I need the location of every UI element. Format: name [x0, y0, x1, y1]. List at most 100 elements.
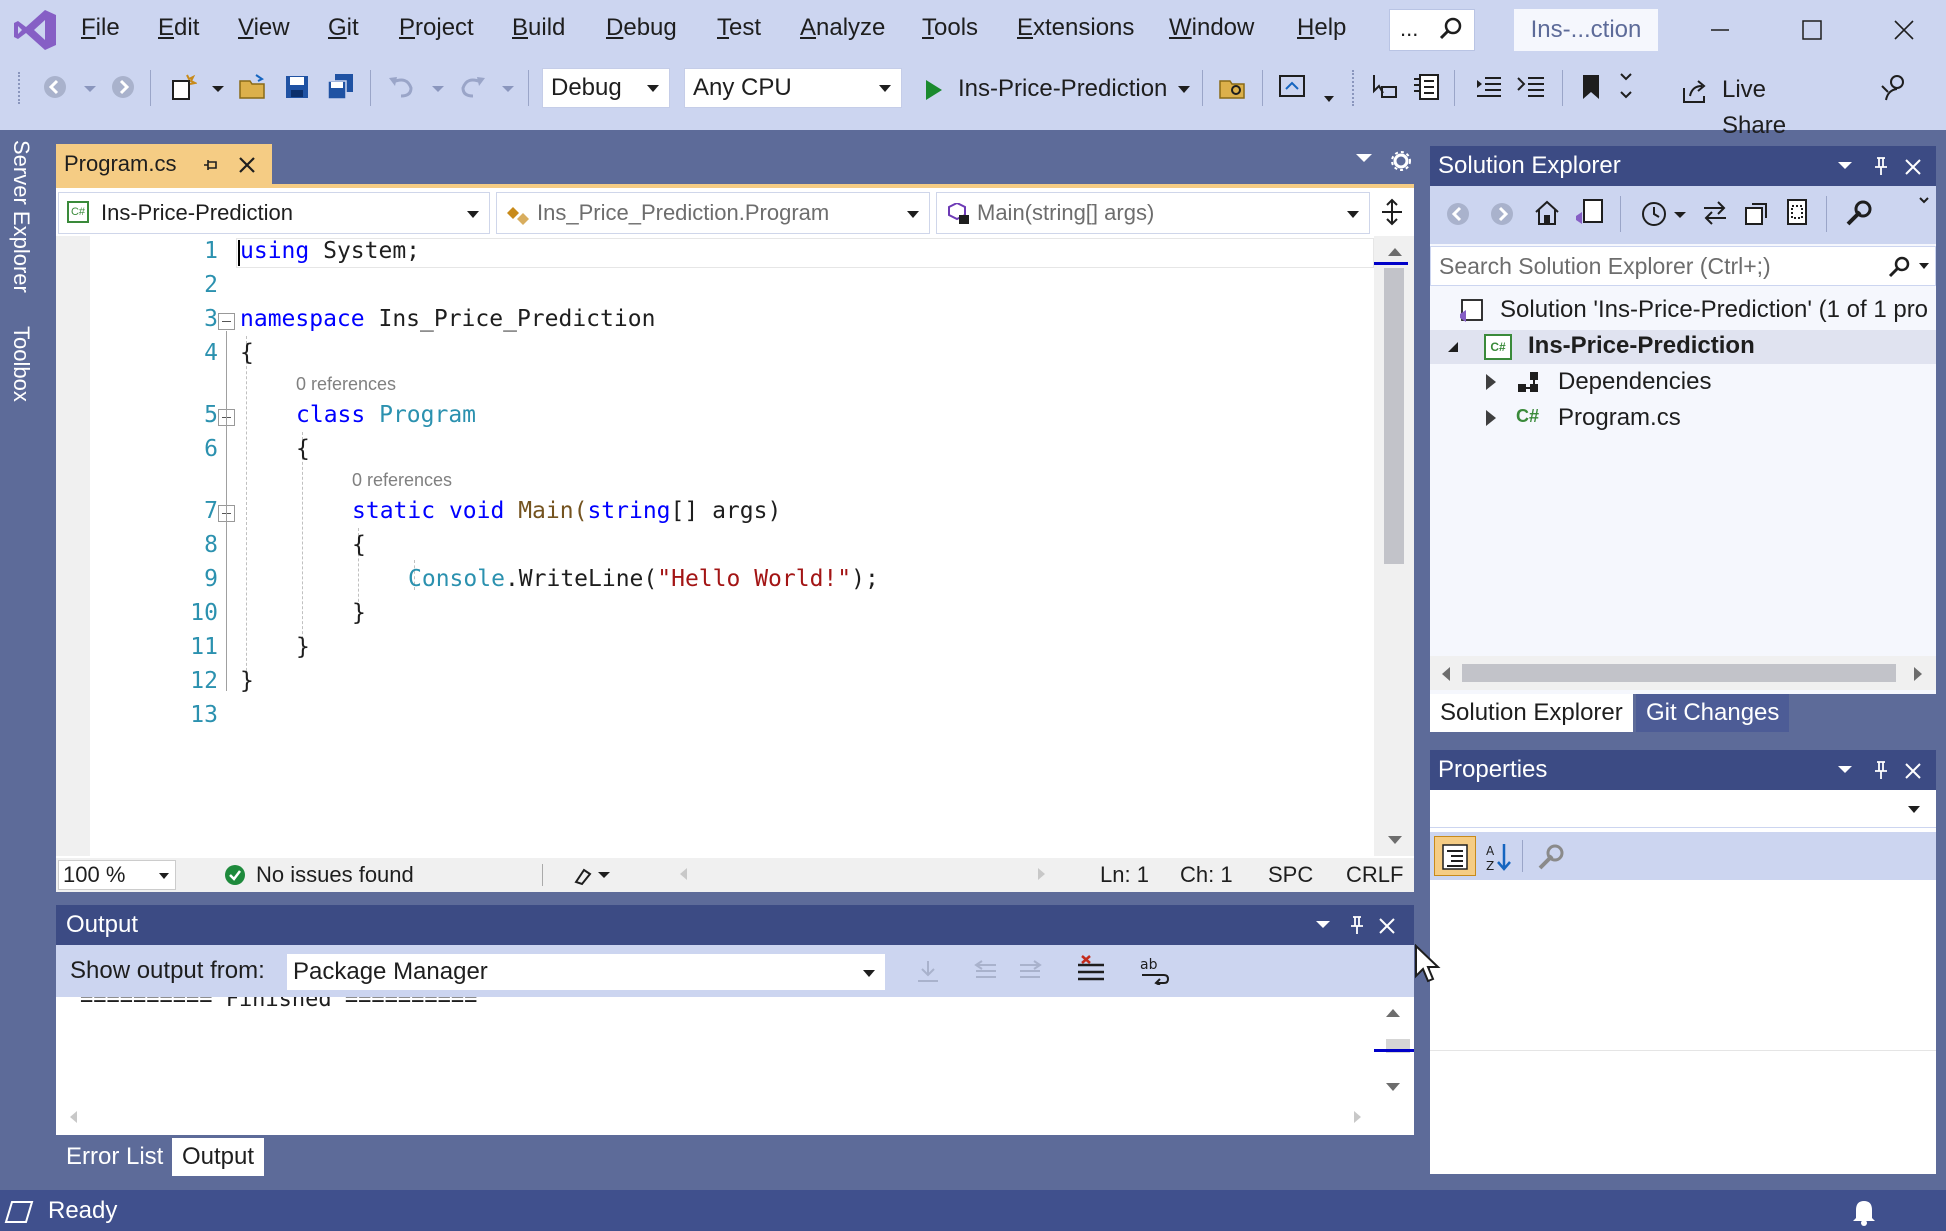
platform-dropdown[interactable]: Any CPU: [684, 68, 902, 108]
pin-icon[interactable]: [1872, 760, 1890, 780]
maximize-button[interactable]: [1782, 6, 1842, 54]
output-source-dropdown[interactable]: Package Manager: [286, 953, 886, 991]
output-window-icon[interactable]: [4, 1200, 34, 1224]
gear-icon[interactable]: [1390, 150, 1412, 172]
member-navigation-dropdown[interactable]: Main(string[] args): [936, 192, 1370, 234]
collapse-all-icon[interactable]: [1742, 198, 1772, 228]
undo-button[interactable]: [384, 70, 418, 104]
scroll-thumb[interactable]: [1384, 268, 1404, 564]
pin-icon[interactable]: [202, 156, 220, 174]
scroll-right-icon[interactable]: [1354, 1111, 1361, 1123]
codelens-references[interactable]: 0 references: [352, 470, 452, 491]
pin-icon[interactable]: [1348, 915, 1366, 935]
go-to-source-icon[interactable]: [914, 957, 942, 985]
forward-icon[interactable]: [1488, 200, 1516, 228]
close-icon[interactable]: [1904, 158, 1922, 176]
sort-alphabetical-icon[interactable]: AZ: [1484, 842, 1514, 872]
tab-error-list[interactable]: Error List: [56, 1138, 173, 1176]
tab-list-dropdown-icon[interactable]: [1356, 154, 1372, 162]
scroll-thumb[interactable]: [1462, 664, 1896, 682]
menu-window[interactable]: Window: [1169, 14, 1254, 42]
tab-program-cs[interactable]: Program.cs: [56, 144, 272, 184]
scroll-down-icon[interactable]: [1388, 836, 1402, 844]
collapse-toggle[interactable]: [218, 313, 235, 330]
show-all-files-icon[interactable]: [1782, 198, 1812, 228]
menu-analyze[interactable]: Analyze: [800, 14, 885, 42]
collapsed-arrow-icon[interactable]: [1486, 410, 1496, 426]
line-indicator[interactable]: Ln: 1: [1100, 862, 1149, 888]
toolbar-overflow-button[interactable]: [1614, 70, 1638, 104]
code-text-area[interactable]: 1 2 3 4 5 6 7 8 9 10 11 12 13 using Syst…: [56, 236, 1374, 856]
notification-bell-icon[interactable]: [1850, 1196, 1878, 1226]
dropdown-icon[interactable]: [1316, 921, 1330, 928]
whitespace-indicator[interactable]: SPC: [1268, 862, 1313, 888]
search-button[interactable]: ...: [1389, 9, 1475, 51]
column-indicator[interactable]: Ch: 1: [1180, 862, 1233, 888]
tab-git-changes[interactable]: Git Changes: [1636, 694, 1790, 732]
solution-view-button[interactable]: [1410, 70, 1444, 104]
find-in-files-button[interactable]: [1216, 70, 1250, 104]
overflow-icon[interactable]: [1918, 194, 1930, 214]
menu-file[interactable]: File: [81, 14, 120, 42]
feedback-button[interactable]: [1878, 70, 1912, 104]
expanded-arrow-icon[interactable]: [1448, 342, 1458, 352]
minimize-button[interactable]: [1690, 6, 1750, 54]
new-project-button[interactable]: [166, 70, 200, 104]
menu-extensions[interactable]: Extensions: [1017, 14, 1134, 42]
server-explorer-tab[interactable]: Server Explorer: [8, 140, 34, 293]
class-navigation-dropdown[interactable]: Ins_Price_Prediction.Program: [496, 192, 930, 234]
configuration-dropdown[interactable]: Debug: [542, 68, 670, 108]
next-message-icon[interactable]: [1016, 957, 1044, 985]
browser-link-button[interactable]: [1276, 70, 1310, 104]
undo-dropdown-icon[interactable]: [432, 86, 444, 92]
toolbar-grip[interactable]: [1352, 70, 1356, 106]
home-icon[interactable]: [1532, 198, 1562, 228]
dropdown-icon[interactable]: [1838, 162, 1852, 169]
output-text-area[interactable]: ========== Finished ==========: [56, 997, 1414, 1135]
codelens-references[interactable]: 0 references: [296, 374, 396, 395]
zoom-dropdown[interactable]: 100 %: [58, 860, 176, 890]
menu-build[interactable]: Build: [512, 14, 565, 42]
collapsed-arrow-icon[interactable]: [1486, 374, 1496, 390]
pin-icon[interactable]: [1872, 156, 1890, 176]
cleanup-brush-icon[interactable]: [572, 864, 612, 886]
close-icon[interactable]: [1378, 917, 1396, 935]
issues-status[interactable]: No issues found: [256, 862, 414, 888]
bookmark-button[interactable]: [1574, 70, 1608, 104]
close-window-button[interactable]: [1874, 6, 1934, 54]
tab-output[interactable]: Output: [172, 1138, 265, 1176]
tab-solution-explorer[interactable]: Solution Explorer: [1430, 694, 1633, 732]
save-button[interactable]: [280, 70, 314, 104]
previous-message-icon[interactable]: [972, 957, 1000, 985]
scroll-left-icon[interactable]: [70, 1111, 77, 1123]
categorized-button[interactable]: [1434, 836, 1476, 876]
line-ending-indicator[interactable]: CRLF: [1346, 862, 1403, 888]
property-pages-wrench-icon[interactable]: [1536, 842, 1566, 872]
redo-button[interactable]: [456, 70, 490, 104]
scroll-right-icon[interactable]: [1914, 667, 1922, 681]
menu-tools[interactable]: Tools: [922, 14, 978, 42]
scroll-right-icon[interactable]: [1038, 868, 1045, 880]
project-navigation-dropdown[interactable]: C# Ins-Price-Prediction: [58, 192, 490, 234]
live-share-button[interactable]: Live Share: [1676, 72, 1836, 139]
forward-button[interactable]: [106, 70, 140, 104]
scroll-down-icon[interactable]: [1386, 1083, 1400, 1091]
step-into-button[interactable]: [1368, 70, 1402, 104]
menu-project[interactable]: Project: [399, 14, 474, 42]
object-selector-dropdown[interactable]: [1430, 790, 1936, 828]
new-dropdown-icon[interactable]: [212, 86, 224, 92]
back-dropdown-icon[interactable]: [84, 86, 96, 92]
browser-dropdown-icon[interactable]: [1324, 96, 1334, 102]
switch-views-icon[interactable]: [1574, 198, 1606, 228]
scroll-left-icon[interactable]: [680, 868, 687, 880]
word-wrap-icon[interactable]: ab: [1138, 955, 1170, 985]
save-all-button[interactable]: [324, 70, 358, 104]
sync-icon[interactable]: [1700, 198, 1730, 228]
outdent-button[interactable]: [1472, 70, 1506, 104]
chevron-down-icon[interactable]: [1674, 212, 1686, 218]
menu-help[interactable]: Help: [1297, 14, 1346, 42]
pending-changes-icon[interactable]: [1638, 198, 1668, 228]
comment-button[interactable]: [1514, 70, 1548, 104]
dropdown-icon[interactable]: [1838, 766, 1852, 773]
redo-dropdown-icon[interactable]: [502, 86, 514, 92]
